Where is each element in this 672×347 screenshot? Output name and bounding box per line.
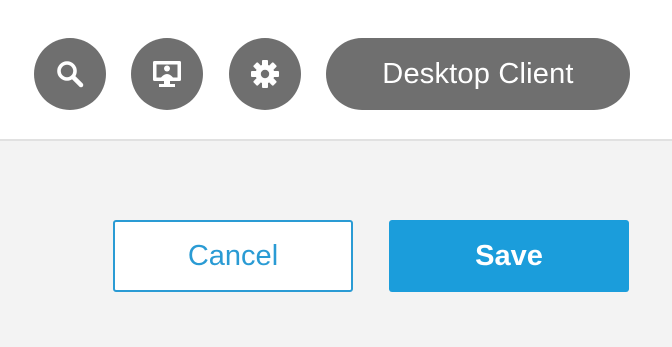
cancel-button[interactable]: Cancel bbox=[113, 220, 353, 292]
save-button[interactable]: Save bbox=[389, 220, 629, 292]
screen-share-icon bbox=[150, 57, 184, 91]
screen-share-button[interactable] bbox=[131, 38, 203, 110]
toolbar: Desktop Client bbox=[0, 0, 672, 141]
settings-button[interactable] bbox=[229, 38, 301, 110]
search-button[interactable] bbox=[34, 38, 106, 110]
form-footer: Cancel Save bbox=[0, 141, 672, 347]
page: Desktop Client Cancel Save bbox=[0, 0, 672, 347]
search-icon bbox=[55, 59, 85, 89]
desktop-client-button[interactable]: Desktop Client bbox=[326, 38, 630, 110]
gear-icon bbox=[249, 58, 281, 90]
